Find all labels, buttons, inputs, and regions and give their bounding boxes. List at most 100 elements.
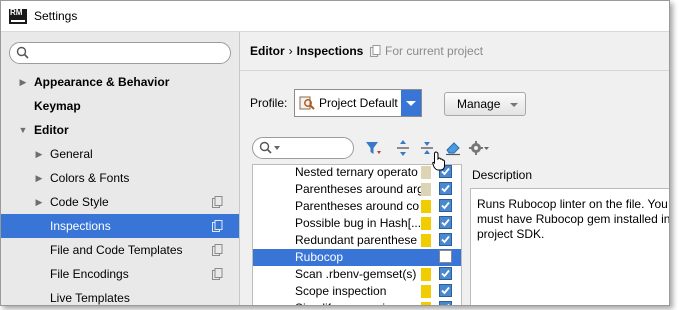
chevron-down-icon	[510, 103, 518, 107]
expand-arrow-right-icon[interactable]: ▶	[18, 70, 28, 94]
rubymine-app-icon: RM	[9, 9, 27, 24]
inspection-list: Nested ternary operato Parentheses around…	[252, 164, 462, 305]
checkmark-icon	[447, 303, 450, 305]
inspection-row[interactable]: Parentheses around co	[253, 198, 461, 215]
sidebar-item-label: General	[50, 147, 93, 161]
inspection-name: Scan .rbenv-gemset(s)	[295, 267, 417, 281]
checkmark-icon	[441, 235, 450, 244]
severity-indicator	[421, 166, 431, 179]
settings-sidebar: ▶ Appearance & Behavior Keymap ▼ Editor ▶ Gene…	[1, 32, 240, 305]
severity-indicator	[421, 302, 431, 305]
inspection-name: Parentheses around co	[295, 199, 420, 213]
hand-cursor-icon	[432, 151, 445, 171]
sidebar-item-label: Inspections	[50, 219, 111, 233]
severity-indicator	[421, 234, 431, 247]
severity-indicator	[421, 268, 431, 281]
inspection-row[interactable]: Parentheses around arg	[253, 181, 461, 198]
inspection-enabled-checkbox[interactable]	[439, 250, 452, 263]
reset-icon[interactable]	[444, 139, 462, 157]
inspection-name: Possible bug in Hash[...	[295, 216, 421, 230]
description-label: Description	[472, 168, 533, 182]
sidebar-item-file-and-code-templates[interactable]: File and Code Templates	[1, 238, 239, 262]
sidebar-item-inspections[interactable]: Inspections	[1, 214, 239, 238]
dropdown-arrow-icon[interactable]	[401, 90, 421, 116]
inspection-row[interactable]: Redundant parenthese	[253, 232, 461, 249]
checkmark-icon	[441, 269, 450, 278]
gear-icon[interactable]	[468, 139, 490, 157]
severity-indicator	[421, 285, 431, 298]
inspection-row[interactable]: Nested ternary operato	[253, 165, 461, 181]
checkmark-icon	[441, 201, 450, 210]
inspection-enabled-checkbox[interactable]	[439, 199, 452, 212]
inspection-enabled-checkbox[interactable]	[439, 301, 452, 305]
inspection-row[interactable]: Possible bug in Hash[...	[253, 215, 461, 232]
sidebar-item-label: Code Style	[50, 195, 109, 209]
manage-button[interactable]: Manage	[444, 92, 526, 116]
sidebar-item-keymap[interactable]: Keymap	[1, 94, 239, 118]
search-icon	[16, 46, 29, 59]
window-title: Settings	[34, 9, 78, 23]
profile-label: Profile:	[250, 96, 288, 110]
sidebar-item-label: Colors & Fonts	[50, 171, 130, 185]
profile-value: Project Default	[319, 96, 398, 110]
sidebar-item-label: File Encodings	[50, 267, 129, 281]
sidebar-item-editor[interactable]: ▼ Editor	[1, 118, 239, 142]
breadcrumb: Editor › Inspections	[250, 44, 363, 58]
settings-window: RM Settings ▶ Appearance & Behavior Keymap…	[0, 0, 670, 306]
inspection-row[interactable]: Scope inspection	[253, 283, 461, 300]
expand-arrow-right-icon[interactable]: ▶	[34, 190, 44, 214]
inspection-name: Parentheses around arg	[295, 182, 421, 196]
sidebar-item-label: Appearance & Behavior	[34, 75, 170, 89]
sidebar-item-appearance-behavior[interactable]: ▶ Appearance & Behavior	[1, 70, 239, 94]
checkmark-icon	[441, 184, 450, 193]
sidebar-item-label: Editor	[34, 123, 69, 137]
project-scope-icon	[212, 220, 223, 232]
inspection-enabled-checkbox[interactable]	[439, 284, 452, 297]
settings-search-input[interactable]	[9, 42, 231, 64]
inspection-enabled-checkbox[interactable]	[439, 216, 452, 229]
inspection-filter-input[interactable]	[252, 137, 354, 159]
expand-arrow-right-icon[interactable]: ▶	[34, 142, 44, 166]
inspection-enabled-checkbox[interactable]	[439, 182, 452, 195]
sidebar-item-file-encodings[interactable]: File Encodings	[1, 262, 239, 286]
project-scope-icon	[212, 268, 223, 280]
inspection-name: Nested ternary operato	[295, 165, 418, 179]
sidebar-item-colors-fonts[interactable]: ▶ Colors & Fonts	[1, 166, 239, 190]
scope-text: For current project	[385, 44, 484, 58]
filter-icon[interactable]	[364, 139, 382, 157]
expand-arrow-down-icon[interactable]: ▼	[18, 118, 28, 142]
inspection-row[interactable]: Scan .rbenv-gemset(s)	[253, 266, 461, 283]
sidebar-item-label: Live Templates	[50, 291, 130, 305]
sidebar-item-live-templates[interactable]: Live Templates	[1, 286, 239, 305]
sidebar-item-general[interactable]: ▶ General	[1, 142, 239, 166]
breadcrumb-inspections: Inspections	[296, 44, 364, 58]
breadcrumb-separator: ›	[288, 44, 293, 58]
manage-button-label: Manage	[457, 97, 501, 111]
inspection-row[interactable]: Rubocop	[253, 249, 461, 266]
inspection-name: Rubocop	[295, 250, 344, 264]
inspection-name: Simplify expression	[295, 300, 421, 305]
expand-all-icon[interactable]	[394, 139, 412, 157]
scope-indicator: For current project	[370, 44, 483, 58]
search-icon	[259, 141, 280, 154]
header-divider	[240, 70, 669, 71]
profile-dropdown[interactable]: Project Default	[294, 89, 422, 117]
inspection-enabled-checkbox[interactable]	[439, 233, 452, 246]
sidebar-item-label: Keymap	[34, 99, 81, 113]
inspection-name: Scope inspection	[295, 284, 387, 298]
breadcrumb-editor: Editor	[250, 44, 285, 58]
title-bar: RM Settings	[1, 1, 669, 32]
inspections-panel: Editor › Inspections For current project P…	[240, 32, 669, 305]
checkmark-icon	[441, 286, 450, 295]
sidebar-item-label: File and Code Templates	[50, 243, 183, 257]
sidebar-item-code-style[interactable]: ▶ Code Style	[1, 190, 239, 214]
expand-arrow-right-icon[interactable]: ▶	[34, 166, 44, 190]
project-scope-icon	[212, 244, 223, 256]
inspection-enabled-checkbox[interactable]	[439, 267, 452, 280]
profile-icon	[299, 96, 315, 110]
project-scope-icon	[370, 45, 381, 57]
inspection-row[interactable]: Simplify expression	[253, 300, 461, 305]
description-panel: Runs Rubocop linter on the file. You mus…	[470, 188, 669, 305]
project-scope-icon	[212, 196, 223, 208]
checkmark-icon	[441, 218, 450, 227]
